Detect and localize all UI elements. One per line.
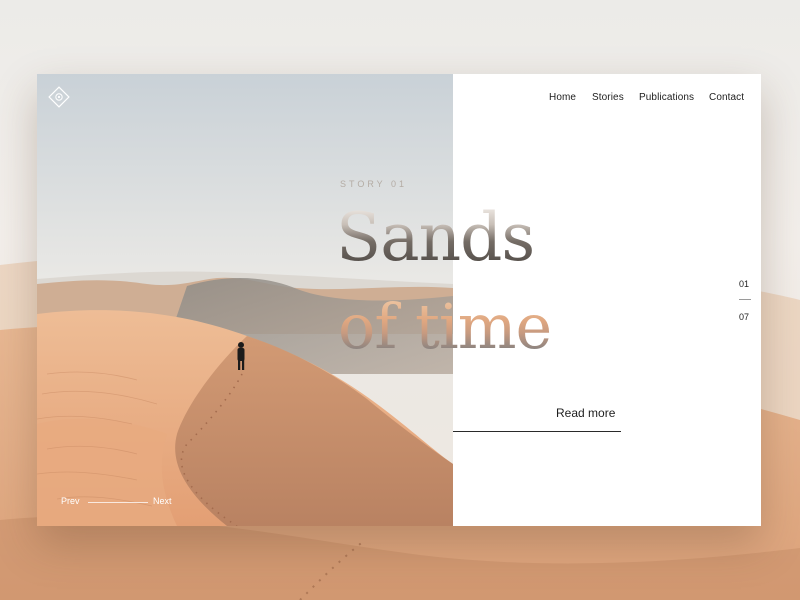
next-button[interactable]: Next bbox=[153, 496, 172, 506]
story-eyebrow: STORY 01 bbox=[340, 179, 408, 189]
current-page-number: 01 bbox=[739, 279, 750, 289]
total-page-number: 07 bbox=[739, 312, 750, 322]
slider-progress-line bbox=[88, 502, 148, 503]
pagination-divider bbox=[739, 299, 751, 300]
read-more-underline bbox=[453, 431, 621, 432]
nav-contact-link[interactable]: Contact bbox=[709, 92, 744, 103]
nav-publications-link[interactable]: Publications bbox=[639, 92, 694, 103]
hero-title-line-1: Sands bbox=[336, 199, 535, 276]
prev-button[interactable]: Prev bbox=[61, 496, 80, 506]
read-more-link[interactable]: Read more bbox=[556, 406, 615, 420]
nav-home-link[interactable]: Home bbox=[549, 92, 576, 103]
nav-stories-link[interactable]: Stories bbox=[592, 92, 624, 103]
diamond-logo-icon[interactable] bbox=[48, 86, 70, 108]
hero-title-line-2: of time bbox=[338, 290, 552, 363]
